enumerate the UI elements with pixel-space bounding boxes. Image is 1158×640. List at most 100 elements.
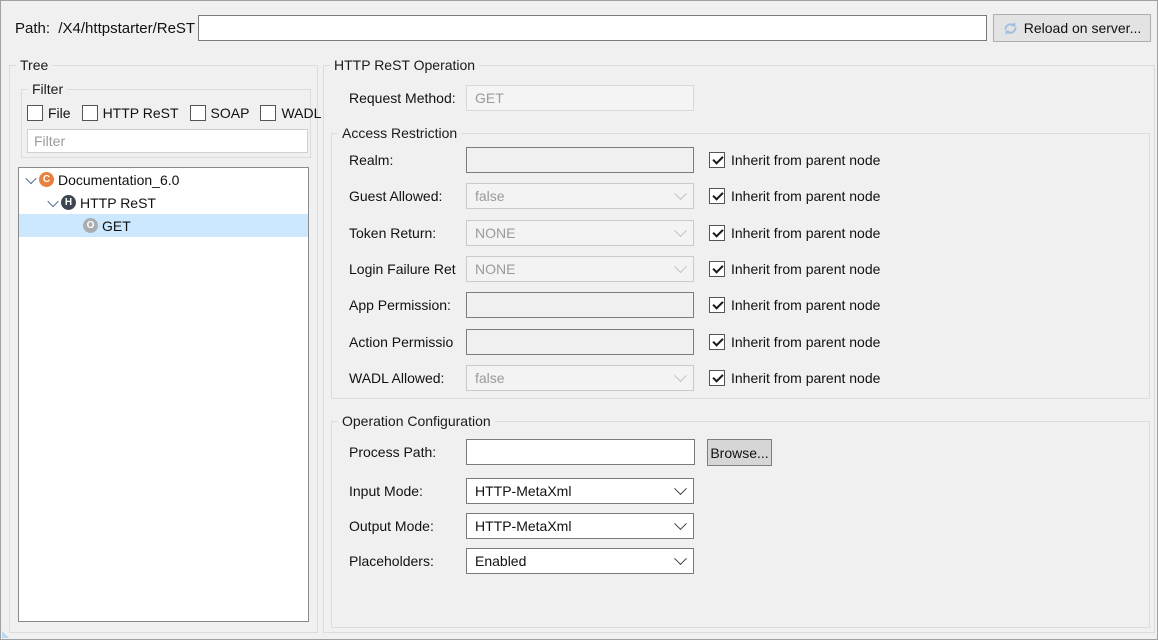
tree-group-label: Tree	[16, 56, 52, 74]
filter-checkbox-http-rest[interactable]: HTTP ReST	[82, 105, 179, 121]
checkbox[interactable]	[709, 261, 725, 277]
output-mode-row: Output Mode: HTTP-MetaXml	[349, 513, 694, 539]
path-input[interactable]	[198, 15, 987, 41]
realm-row: Realm: Inherit from parent node	[349, 147, 880, 173]
tree-node-get[interactable]: O GET	[19, 214, 308, 237]
checkmark-icon	[712, 371, 723, 382]
output-mode-select[interactable]: HTTP-MetaXml	[466, 513, 694, 539]
select-value: HTTP-MetaXml	[475, 483, 571, 499]
tree-node-documentation[interactable]: C Documentation_6.0	[19, 168, 308, 191]
http-circle-icon: H	[61, 195, 76, 210]
inherit-checkbox-guest-allowed[interactable]: Inherit from parent node	[709, 188, 880, 204]
checkmark-icon	[712, 298, 723, 309]
request-method-value: GET	[475, 90, 504, 106]
output-mode-label: Output Mode:	[349, 518, 466, 534]
inherit-label: Inherit from parent node	[731, 152, 880, 168]
resize-grip[interactable]	[2, 631, 9, 638]
reload-sync-icon	[1003, 21, 1018, 36]
app-window: Path: /X4/httpstarter/ReST Reload on ser…	[0, 0, 1158, 640]
chevron-down-icon	[674, 552, 687, 565]
chevron-down-icon	[674, 224, 687, 237]
checkbox[interactable]	[82, 105, 98, 121]
reload-on-server-button[interactable]: Reload on server...	[993, 14, 1151, 42]
field-label: Guest Allowed:	[349, 188, 466, 204]
checkmark-icon	[712, 153, 723, 164]
checkbox[interactable]	[260, 105, 276, 121]
path-value: /X4/httpstarter/ReST	[58, 20, 195, 37]
placeholders-row: Placeholders: Enabled	[349, 548, 694, 574]
checkmark-icon	[712, 262, 723, 273]
action-permission-field	[466, 329, 694, 355]
path-caption: Path:	[15, 20, 50, 37]
tree-list[interactable]: C Documentation_6.0 H HTTP ReST O GET	[18, 167, 309, 622]
path-label: Path: /X4/httpstarter/ReST	[15, 20, 195, 37]
filter-checkbox-soap[interactable]: SOAP	[190, 105, 250, 121]
filter-checkbox-wadl[interactable]: WADL	[260, 105, 321, 121]
operation-circle-icon: O	[83, 218, 98, 233]
field-label: Token Return:	[349, 225, 466, 241]
inherit-checkbox-app-permission[interactable]: Inherit from parent node	[709, 297, 880, 313]
browse-button[interactable]: Browse...	[707, 439, 772, 466]
inherit-checkbox-realm[interactable]: Inherit from parent node	[709, 152, 880, 168]
chevron-down-icon	[674, 260, 687, 273]
filter-input[interactable]	[27, 129, 308, 153]
app-permission-field	[466, 292, 694, 318]
field-label: Action Permissio	[349, 334, 466, 350]
reload-button-label: Reload on server...	[1024, 20, 1142, 36]
field-label: Login Failure Ret	[349, 261, 466, 277]
placeholders-label: Placeholders:	[349, 553, 466, 569]
placeholders-select[interactable]: Enabled	[466, 548, 694, 574]
process-path-input[interactable]	[466, 439, 695, 465]
chevron-down-icon	[674, 369, 687, 382]
filter-checkbox-file[interactable]: File	[27, 105, 71, 121]
input-mode-select[interactable]: HTTP-MetaXml	[466, 478, 694, 504]
checkbox[interactable]	[709, 370, 725, 386]
wadl-allowed-select: false	[466, 365, 694, 391]
process-path-label: Process Path:	[349, 444, 466, 460]
inherit-checkbox-action-permission[interactable]: Inherit from parent node	[709, 334, 880, 350]
select-value: false	[475, 370, 505, 386]
expander-icon[interactable]	[45, 199, 61, 207]
checkbox[interactable]	[709, 334, 725, 350]
app-permission-row: App Permission: Inherit from parent node	[349, 292, 880, 318]
tree-node-label: GET	[102, 218, 131, 234]
guest-allowed-select: false	[466, 183, 694, 209]
checkmark-icon	[712, 189, 723, 200]
checkbox-label: WADL	[281, 105, 321, 121]
checkbox-label: File	[48, 105, 71, 121]
request-method-field: GET	[466, 85, 694, 111]
access-restriction-group-label: Access Restriction	[338, 124, 461, 142]
checkbox[interactable]	[709, 225, 725, 241]
select-value: NONE	[475, 225, 515, 241]
checkbox[interactable]	[709, 297, 725, 313]
browse-button-label: Browse...	[710, 445, 768, 461]
expander-icon[interactable]	[23, 176, 39, 184]
operation-configuration-group-label: Operation Configuration	[338, 412, 495, 430]
inherit-checkbox-wadl-allowed[interactable]: Inherit from parent node	[709, 370, 880, 386]
chevron-down-icon	[674, 517, 687, 530]
select-value: HTTP-MetaXml	[475, 518, 571, 534]
wadl-allowed-row: WADL Allowed: false Inherit from parent …	[349, 365, 880, 391]
guest-allowed-row: Guest Allowed: false Inherit from parent…	[349, 183, 880, 209]
component-circle-icon: C	[39, 172, 54, 187]
login-failure-select: NONE	[466, 256, 694, 282]
inherit-checkbox-login-failure[interactable]: Inherit from parent node	[709, 261, 880, 277]
inherit-label: Inherit from parent node	[731, 334, 880, 350]
select-value: Enabled	[475, 553, 526, 569]
tree-node-label: Documentation_6.0	[58, 172, 179, 188]
field-label: Realm:	[349, 152, 466, 168]
input-mode-row: Input Mode: HTTP-MetaXml	[349, 478, 694, 504]
field-label: WADL Allowed:	[349, 370, 466, 386]
chevron-down-icon	[674, 482, 687, 495]
chevron-down-icon	[674, 187, 687, 200]
request-method-label: Request Method:	[349, 90, 466, 106]
checkmark-icon	[712, 335, 723, 346]
checkbox[interactable]	[709, 152, 725, 168]
tree-node-http-rest[interactable]: H HTTP ReST	[19, 191, 308, 214]
inherit-checkbox-token-return[interactable]: Inherit from parent node	[709, 225, 880, 241]
tree-node-label: HTTP ReST	[80, 195, 156, 211]
checkbox[interactable]	[27, 105, 43, 121]
checkbox[interactable]	[190, 105, 206, 121]
checkbox[interactable]	[709, 188, 725, 204]
inherit-label: Inherit from parent node	[731, 370, 880, 386]
